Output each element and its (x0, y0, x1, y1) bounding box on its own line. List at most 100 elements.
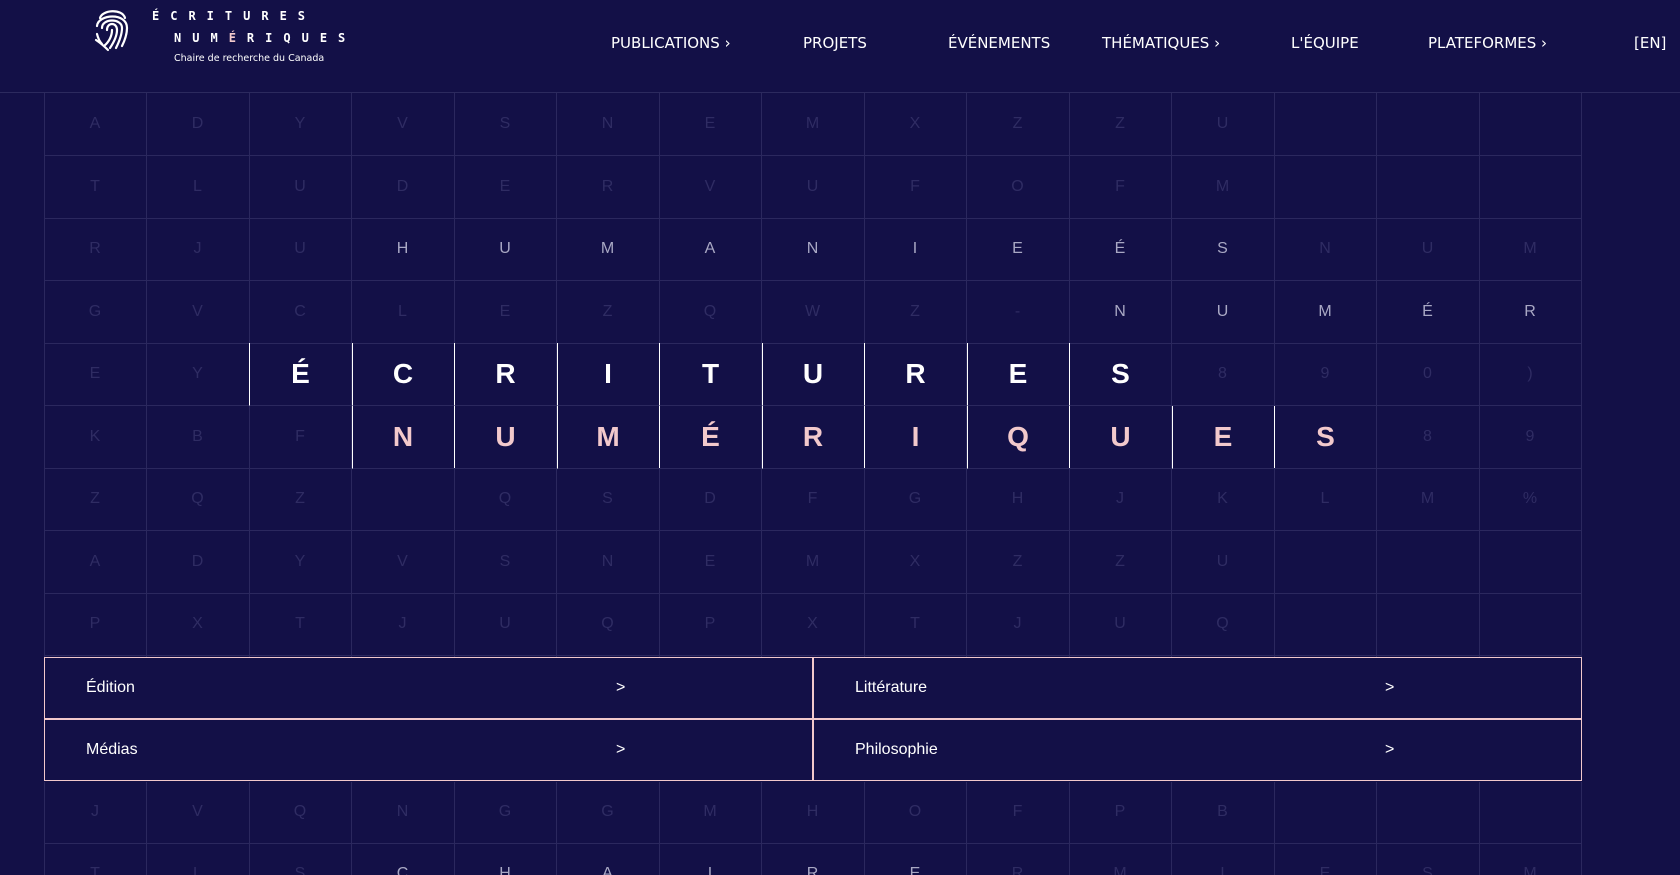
grid-cell: Q (966, 405, 1070, 469)
grid-cell: B (1171, 780, 1275, 844)
grid-cell: L (147, 843, 250, 875)
nav-thematiques[interactable]: THÉMATIQUES › (1102, 34, 1220, 52)
nav-plateformes[interactable]: PLATEFORMES › (1428, 34, 1547, 52)
chevron-right-icon: > (616, 679, 626, 696)
nav-publications[interactable]: PUBLICATIONS › (611, 34, 731, 52)
grid-cell (1274, 780, 1377, 844)
logo-line2-rest: RIQUES (246, 31, 357, 45)
grid-cell: U (1069, 593, 1172, 656)
grid-cell: C (352, 843, 455, 875)
grid-cell: S (454, 93, 557, 156)
nav-equipe[interactable]: L'ÉQUIPE (1291, 34, 1359, 52)
grid-cell: R (454, 343, 557, 406)
grid-cell: M (1171, 155, 1275, 219)
grid-cell: V (351, 530, 455, 594)
grid-cell: Q (556, 593, 660, 656)
grid-cell: S (1274, 405, 1377, 469)
grid-cell: E (1171, 405, 1275, 469)
grid-cell: E (966, 343, 1070, 406)
grid-cell: N (556, 530, 660, 594)
thematique-label: Édition (86, 679, 135, 696)
nav-projets[interactable]: PROJETS (803, 34, 867, 52)
grid-cell: Q (659, 280, 762, 344)
grid-cell: E (454, 155, 557, 219)
grid-cell: É (1069, 218, 1172, 281)
grid-cell: D (146, 93, 250, 156)
grid-cell (1274, 93, 1377, 156)
grid-cell (1376, 155, 1480, 219)
grid-cell: U (1069, 405, 1172, 469)
grid-cell: Z (1069, 93, 1172, 156)
grid-cell: H (966, 468, 1070, 531)
grid-cell: I (864, 405, 967, 469)
nav-evenements[interactable]: ÉVÉNEMENTS (948, 34, 1050, 52)
grid-cell: Q (454, 468, 557, 531)
grid-cell: S (1377, 843, 1480, 875)
grid-cell: N (1069, 280, 1172, 344)
grid-cell: R (761, 405, 865, 469)
thematique-label: Littérature (855, 679, 928, 696)
logo-title-line1: ÉCRITURES (152, 9, 317, 23)
grid-cell: U (1171, 280, 1275, 344)
grid-cell: I (556, 343, 660, 406)
grid-cell: R (967, 843, 1070, 875)
grid-cell: D (146, 530, 250, 594)
grid-cell: E (44, 343, 147, 406)
grid-cell: I (659, 843, 762, 875)
grid-cell: X (864, 530, 967, 594)
thematique-edition[interactable]: Édition > (44, 657, 813, 719)
grid-cell: G (44, 280, 147, 344)
grid-cell: - (966, 280, 1070, 344)
grid-cell: M (556, 218, 660, 281)
grid-cell: P (659, 593, 762, 656)
grid-cell: M (1069, 843, 1172, 875)
grid-cell: J (44, 780, 147, 844)
grid-cell: N (351, 405, 455, 469)
grid-cell: Z (44, 468, 147, 531)
grid-cell: Z (864, 280, 967, 344)
grid-cell: U (1171, 93, 1275, 156)
grid-cell: F (966, 780, 1070, 844)
grid-cell: D (659, 468, 762, 531)
grid-cell: O (864, 780, 967, 844)
grid-cell: R (864, 343, 967, 406)
grid-cell: U (1376, 218, 1480, 281)
grid-cell: U (454, 405, 557, 469)
grid-cell: B (146, 405, 250, 469)
grid-cell: L (146, 155, 250, 219)
site-header: ÉCRITURES NUMÉRIQUES Chaire de recherche… (0, 0, 1680, 93)
grid-cell: X (146, 593, 250, 656)
grid-cell: ) (1479, 343, 1582, 406)
grid-cell: F (864, 155, 967, 219)
thematique-philosophie[interactable]: Philosophie > (813, 719, 1582, 781)
grid-cell: V (146, 280, 250, 344)
grid-cell: A (44, 93, 147, 156)
grid-cell: R (1479, 280, 1582, 344)
grid-cell (1479, 530, 1582, 594)
grid-cell: V (351, 93, 455, 156)
logo-title-line2: NUMÉRIQUES (174, 31, 356, 45)
site-logo[interactable]: ÉCRITURES NUMÉRIQUES Chaire de recherche… (92, 4, 392, 70)
grid-cell: Q (146, 468, 250, 531)
grid-cell: U (454, 593, 557, 656)
grid-cell: K (44, 405, 147, 469)
grid-cell: E (966, 218, 1070, 281)
grid-cell: K (1171, 468, 1275, 531)
grid-cell: R (556, 155, 660, 219)
grid-cell: T (44, 843, 147, 875)
grid-cell: C (249, 280, 352, 344)
thematique-medias[interactable]: Médias > (44, 719, 813, 781)
grid-cell: M (1274, 280, 1377, 344)
grid-cell: I (864, 218, 967, 281)
grid-cell: J (1069, 468, 1172, 531)
grid-cell: E (1274, 843, 1377, 875)
grid-cell: É (1376, 280, 1480, 344)
thematique-litterature[interactable]: Littérature > (813, 657, 1582, 719)
grid-cell: U (1171, 530, 1275, 594)
grid-cell: N (1274, 218, 1377, 281)
language-switch-en[interactable]: [EN] (1634, 34, 1666, 52)
grid-cell (1274, 530, 1377, 594)
grid-cell: F (1069, 155, 1172, 219)
grid-cell: Z (966, 530, 1070, 594)
grid-cell (1376, 780, 1480, 844)
